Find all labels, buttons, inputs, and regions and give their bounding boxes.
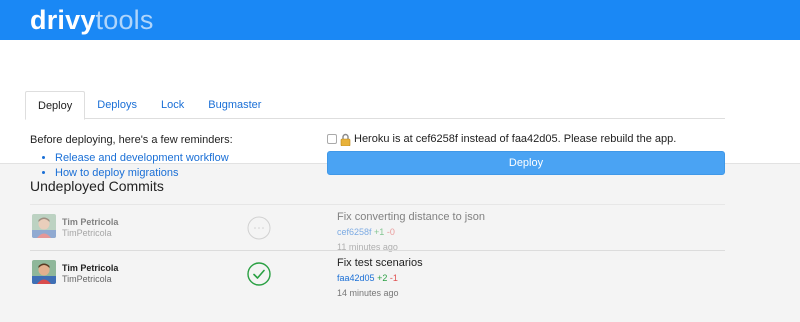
commit-message: Fix converting distance to json bbox=[337, 211, 485, 223]
pending-status-icon bbox=[247, 216, 271, 240]
commit-meta: faa42d05 +2 -1 bbox=[337, 272, 423, 284]
tab-deploy[interactable]: Deploy bbox=[25, 91, 86, 120]
author-name: Tim Petricola bbox=[62, 217, 119, 227]
deploy-button[interactable]: Deploy bbox=[327, 151, 725, 175]
commit-additions: +1 bbox=[374, 227, 385, 237]
author-handle: TimPetricola bbox=[62, 274, 112, 284]
commit-author: Tim Petricola TimPetricola bbox=[62, 217, 118, 239]
app-header: drivytools bbox=[0, 0, 800, 40]
warning-text: Heroku is at cef6258f instead of faa42d0… bbox=[354, 133, 677, 145]
commit-details: Fix test scenarios faa42d05 +2 -1 14 min… bbox=[337, 257, 423, 299]
tab-lock[interactable]: Lock bbox=[149, 91, 196, 119]
logo-suffix: tools bbox=[95, 4, 154, 35]
check-circle-icon bbox=[247, 262, 271, 286]
section-title: Undeployed Commits bbox=[30, 178, 164, 194]
lock-icon bbox=[340, 133, 351, 146]
commit-additions: +2 bbox=[377, 273, 388, 283]
logo-brand: drivy bbox=[30, 4, 96, 35]
heroku-warning: Heroku is at cef6258f instead of faa42d0… bbox=[327, 132, 725, 146]
deploy-panel: Deploy Deploys Lock Bugmaster Before dep… bbox=[0, 40, 800, 179]
commit-row: Tim Petricola TimPetricola Fix convertin… bbox=[30, 204, 725, 253]
author-name: Tim Petricola bbox=[62, 263, 119, 273]
logo[interactable]: drivytools bbox=[30, 4, 154, 35]
tab-bugmaster[interactable]: Bugmaster bbox=[196, 91, 273, 119]
commit-meta: cef6258f +1 -0 bbox=[337, 226, 485, 238]
tab-deploys[interactable]: Deploys bbox=[85, 91, 149, 119]
commit-author: Tim Petricola TimPetricola bbox=[62, 263, 118, 285]
author-handle: TimPetricola bbox=[62, 228, 112, 238]
reminders: Before deploying, here's a few reminders… bbox=[30, 134, 233, 181]
reminders-intro: Before deploying, here's a few reminders… bbox=[30, 134, 233, 146]
commit-deletions: -0 bbox=[386, 227, 395, 237]
deploy-box: Heroku is at cef6258f instead of faa42d0… bbox=[327, 132, 725, 175]
commit-details: Fix converting distance to json cef6258f… bbox=[337, 211, 485, 253]
commit-sha-link[interactable]: cef6258f bbox=[337, 227, 372, 237]
avatar bbox=[32, 214, 56, 238]
tab-bar: Deploy Deploys Lock Bugmaster bbox=[25, 91, 725, 120]
list-item: Release and development workflow bbox=[55, 151, 233, 166]
confirm-checkbox[interactable] bbox=[327, 134, 337, 144]
commit-time: 14 minutes ago bbox=[337, 288, 399, 298]
undeployed-commits: Undeployed Commits Tim Petricola TimPetr… bbox=[30, 178, 725, 299]
avatar bbox=[32, 260, 56, 284]
commit-row: Tim Petricola TimPetricola Fix test scen… bbox=[30, 250, 725, 299]
commit-message: Fix test scenarios bbox=[337, 257, 423, 269]
reminders-list: Release and development workflow How to … bbox=[55, 151, 233, 181]
commit-sha-link[interactable]: faa42d05 bbox=[337, 273, 375, 283]
commit-deletions: -1 bbox=[389, 273, 398, 283]
release-workflow-link[interactable]: Release and development workflow bbox=[55, 152, 229, 164]
